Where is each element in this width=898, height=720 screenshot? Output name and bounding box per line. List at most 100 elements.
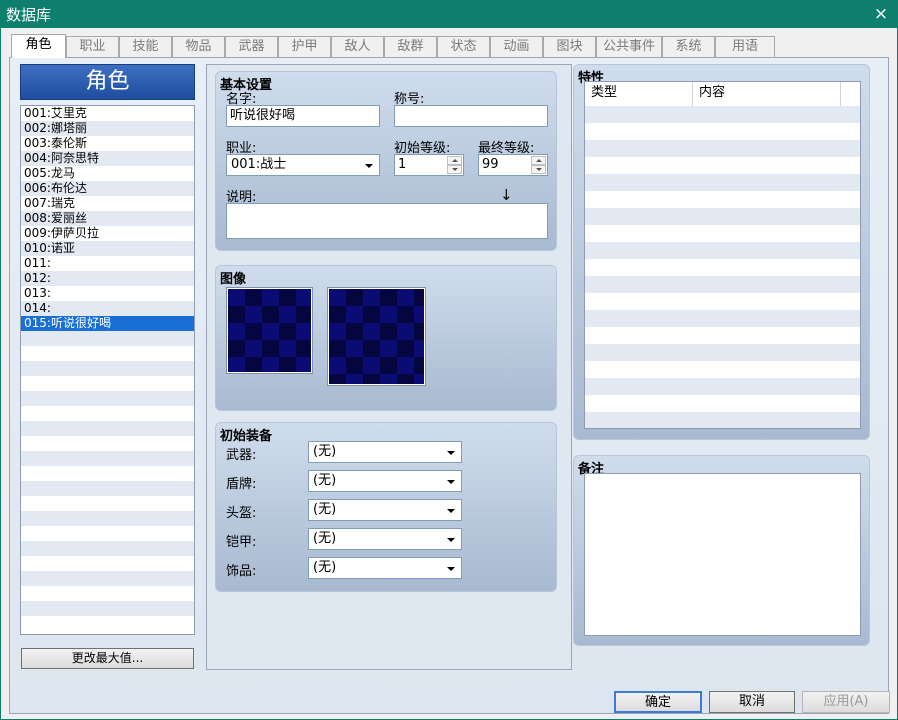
tab-2[interactable]: 职业 [66,36,119,57]
initial-level-spinner[interactable]: 1 [394,154,464,176]
list-item[interactable] [21,331,194,346]
list-item[interactable]: 001:艾里克 [21,106,194,121]
list-item[interactable] [21,556,194,571]
table-row[interactable] [585,327,860,344]
spinner-arrows-icon[interactable] [531,156,546,174]
character-image[interactable] [327,287,426,386]
class-select-value: 001:战士 [231,157,287,172]
list-item[interactable] [21,601,194,616]
actor-list[interactable]: 001:艾里克 002:娜塔丽 003:泰伦斯 004:阿奈思特 005:龙马 006:布… [20,105,195,635]
equipment-slot-select[interactable]: (无) [308,557,462,579]
list-item[interactable] [21,481,194,496]
list-item[interactable] [21,541,194,556]
close-icon[interactable]: × [864,0,898,28]
table-row[interactable] [585,157,860,174]
list-item[interactable]: 005:龙马 [21,166,194,181]
cancel-button[interactable]: 取消 [709,691,795,713]
list-item[interactable] [21,406,194,421]
max-level-spinner[interactable]: 99 [478,154,548,176]
table-row[interactable] [585,208,860,225]
list-item[interactable]: 002:娜塔丽 [21,121,194,136]
table-row[interactable] [585,174,860,191]
list-item[interactable] [21,391,194,406]
tab-4[interactable]: 物品 [172,36,225,57]
list-item[interactable] [21,526,194,541]
list-item[interactable] [21,436,194,451]
class-select[interactable]: 001:战士 [226,154,380,176]
list-item[interactable]: 003:泰伦斯 [21,136,194,151]
list-item[interactable]: 015:听说很好喝 [21,316,194,331]
list-item[interactable]: 009:伊萨贝拉 [21,226,194,241]
equipment-slot-select[interactable]: (无) [308,470,462,492]
nickname-field[interactable] [394,105,548,127]
list-item[interactable]: 010:诺亚 [21,241,194,256]
list-item[interactable] [21,571,194,586]
list-item[interactable] [21,466,194,481]
table-row[interactable] [585,225,860,242]
tab-7[interactable]: 敌人 [331,36,384,57]
list-item[interactable] [21,376,194,391]
table-row[interactable] [585,344,860,361]
notes-field[interactable] [584,473,861,636]
tab-5[interactable]: 武器 [225,36,278,57]
chevron-down-icon [447,509,455,513]
description-field[interactable] [226,203,548,239]
list-item[interactable]: 004:阿奈思特 [21,151,194,166]
list-item[interactable] [21,511,194,526]
tab-10[interactable]: 动画 [490,36,543,57]
list-item[interactable]: 014: [21,301,194,316]
spinner-arrows-icon[interactable] [447,156,462,174]
table-row[interactable] [585,361,860,378]
list-item[interactable]: 006:布伦达 [21,181,194,196]
list-item[interactable] [21,421,194,436]
actors-panel: 角色 001:艾里克 002:娜塔丽 003:泰伦斯 004:阿奈思特 005:龙马 00… [9,57,889,714]
tab-11[interactable]: 图块 [543,36,596,57]
traits-table[interactable]: 类型 内容 [584,81,861,429]
table-row[interactable] [585,140,860,157]
tab-12[interactable]: 公共事件 [596,36,662,57]
table-row[interactable] [585,123,860,140]
list-item[interactable]: 008:爱丽丝 [21,211,194,226]
table-row[interactable] [585,242,860,259]
table-row[interactable] [585,310,860,327]
change-maximum-button[interactable]: 更改最大值... [21,648,194,669]
chevron-down-icon [447,538,455,542]
table-row[interactable] [585,106,860,123]
ok-button[interactable]: 确定 [614,691,702,713]
tab-9[interactable]: 状态 [437,36,490,57]
list-item[interactable]: 011: [21,256,194,271]
tab-1[interactable]: 角色 [11,34,66,58]
table-row[interactable] [585,191,860,208]
list-item[interactable] [21,616,194,631]
list-item[interactable] [21,496,194,511]
column-header-content[interactable]: 内容 [693,82,841,106]
list-item[interactable]: 013: [21,286,194,301]
list-item[interactable] [21,586,194,601]
tab-8[interactable]: 敌群 [384,36,437,57]
table-row[interactable] [585,259,860,276]
tab-13[interactable]: 系统 [662,36,715,57]
tab-6[interactable]: 护甲 [278,36,331,57]
face-image[interactable] [226,287,313,374]
list-item[interactable] [21,451,194,466]
list-item[interactable]: 012: [21,271,194,286]
apply-button[interactable]: 应用(A) [802,691,890,713]
actor-settings-area: 基本设置 名字: 听说很好喝 称号: 职业: 001:战士 初始等级: 1 最终… [206,64,572,670]
table-row[interactable] [585,395,860,412]
initial-level-value: 1 [398,157,407,172]
list-item[interactable]: 007:瑞克 [21,196,194,211]
tab-14[interactable]: 用语 [715,36,775,57]
equipment-slot-select[interactable]: (无) [308,499,462,521]
table-row[interactable] [585,378,860,395]
table-row[interactable] [585,412,860,428]
tab-3[interactable]: 技能 [119,36,172,57]
equipment-slot-select[interactable]: (无) [308,528,462,550]
traits-rows [585,106,860,428]
table-row[interactable] [585,293,860,310]
equipment-slot-select[interactable]: (无) [308,441,462,463]
name-field[interactable]: 听说很好喝 [226,105,380,127]
table-row[interactable] [585,276,860,293]
list-item[interactable] [21,346,194,361]
column-header-type[interactable]: 类型 [585,82,693,106]
list-item[interactable] [21,361,194,376]
